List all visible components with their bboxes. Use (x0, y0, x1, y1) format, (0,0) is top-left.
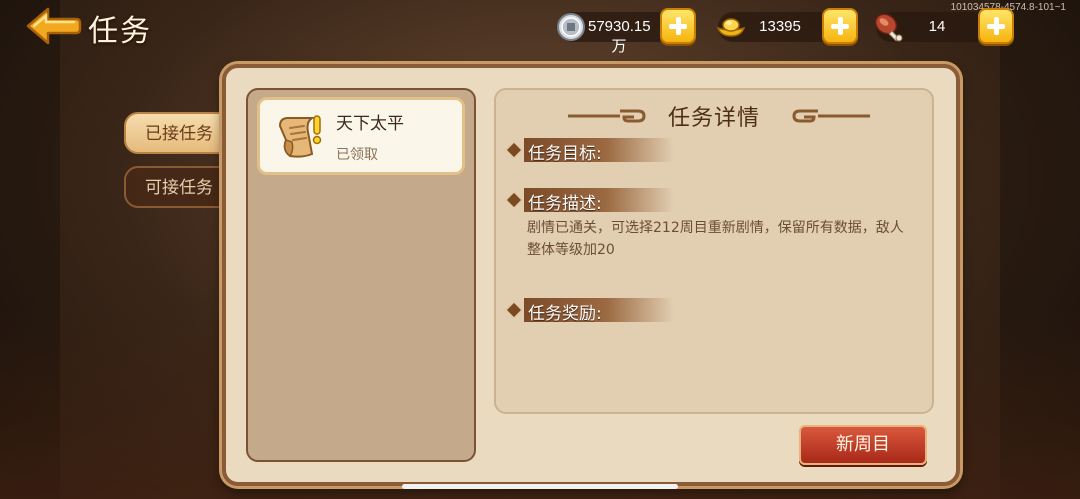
gold-ingot-icon (716, 18, 746, 37)
add-stamina-button[interactable] (978, 8, 1014, 44)
meat-drumstick-icon (874, 13, 903, 42)
tab-available-tasks[interactable]: 可接任务 (124, 166, 234, 208)
new-cycle-button[interactable]: 新周目 (799, 425, 927, 465)
tab-accepted-tasks[interactable]: 已接任务 (124, 112, 234, 154)
back-button[interactable] (24, 6, 82, 46)
stamina-resource: 14 (874, 8, 1014, 44)
task-status: 已领取 (336, 147, 378, 163)
back-arrow-icon (26, 7, 82, 45)
scroll-exclamation-icon (278, 115, 322, 158)
task-list-item[interactable]: 天下太平 已领取 (257, 97, 465, 175)
task-goal-heading: 任务目标: (505, 138, 678, 164)
add-gold-button[interactable] (822, 8, 858, 44)
gold-resource: 13395 (716, 8, 858, 44)
task-reward-heading: 任务奖励: (505, 298, 678, 324)
diamond-bullet-icon (505, 301, 523, 319)
task-description-heading: 任务描述: (505, 188, 678, 214)
stamina-value: 14 (928, 18, 946, 35)
task-name: 天下太平 (336, 114, 404, 134)
diamond-bullet-icon (505, 191, 523, 209)
silver-coin-icon (557, 13, 585, 41)
home-indicator[interactable] (402, 484, 678, 489)
silver-value: 57930.15万 (588, 18, 651, 55)
gold-value: 13395 (759, 18, 801, 35)
task-description-text: 剧情已通关，可选择212周目重新剧情，保留所有数据，敌人整体等级加20 (527, 220, 904, 258)
diamond-bullet-icon (505, 141, 523, 159)
silver-resource: 57930.15万 (557, 8, 696, 55)
title-ornament-right (792, 109, 870, 123)
page-title: 任务 (88, 14, 152, 49)
add-silver-button[interactable] (660, 8, 696, 44)
